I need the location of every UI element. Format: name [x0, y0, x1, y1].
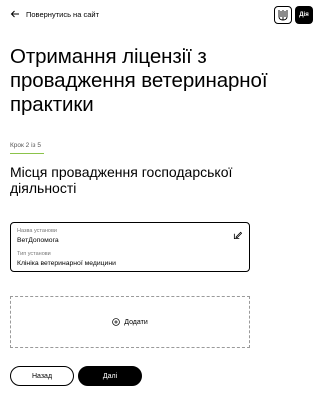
back-to-site-label: Повернутись на сайт: [26, 9, 100, 19]
back-button[interactable]: Назад: [10, 366, 74, 386]
establishment-card: Назва установи ВетДопомога Тип установи …: [10, 222, 250, 272]
add-location-button[interactable]: Додати: [10, 296, 250, 348]
top-bar: Повернутись на сайт Дія: [0, 0, 323, 30]
establishment-name-value: ВетДопомога: [17, 237, 59, 244]
establishment-name-label: Назва установи: [17, 228, 57, 234]
step-progress-underline: [10, 153, 44, 154]
edit-icon[interactable]: [233, 231, 242, 240]
section-title: Місця провадження господарської діяльнос…: [10, 164, 233, 196]
page-title: Отримання ліцензії з провадження ветерин…: [10, 45, 268, 116]
step-indicator: Крок 2 із 5: [10, 142, 41, 149]
trident-icon[interactable]: [274, 6, 292, 24]
add-label: Додати: [124, 318, 148, 326]
arrow-left-icon: [10, 10, 19, 18]
establishment-type-value: Клініка ветеринарної медицини: [17, 260, 116, 267]
next-button[interactable]: Далі: [78, 366, 142, 386]
logos: Дія: [274, 6, 313, 24]
back-to-site-link[interactable]: Повернутись на сайт: [10, 9, 99, 19]
plus-circle-icon: [112, 318, 121, 326]
establishment-type-label: Тип установи: [17, 251, 51, 257]
diia-logo[interactable]: Дія: [295, 6, 313, 24]
